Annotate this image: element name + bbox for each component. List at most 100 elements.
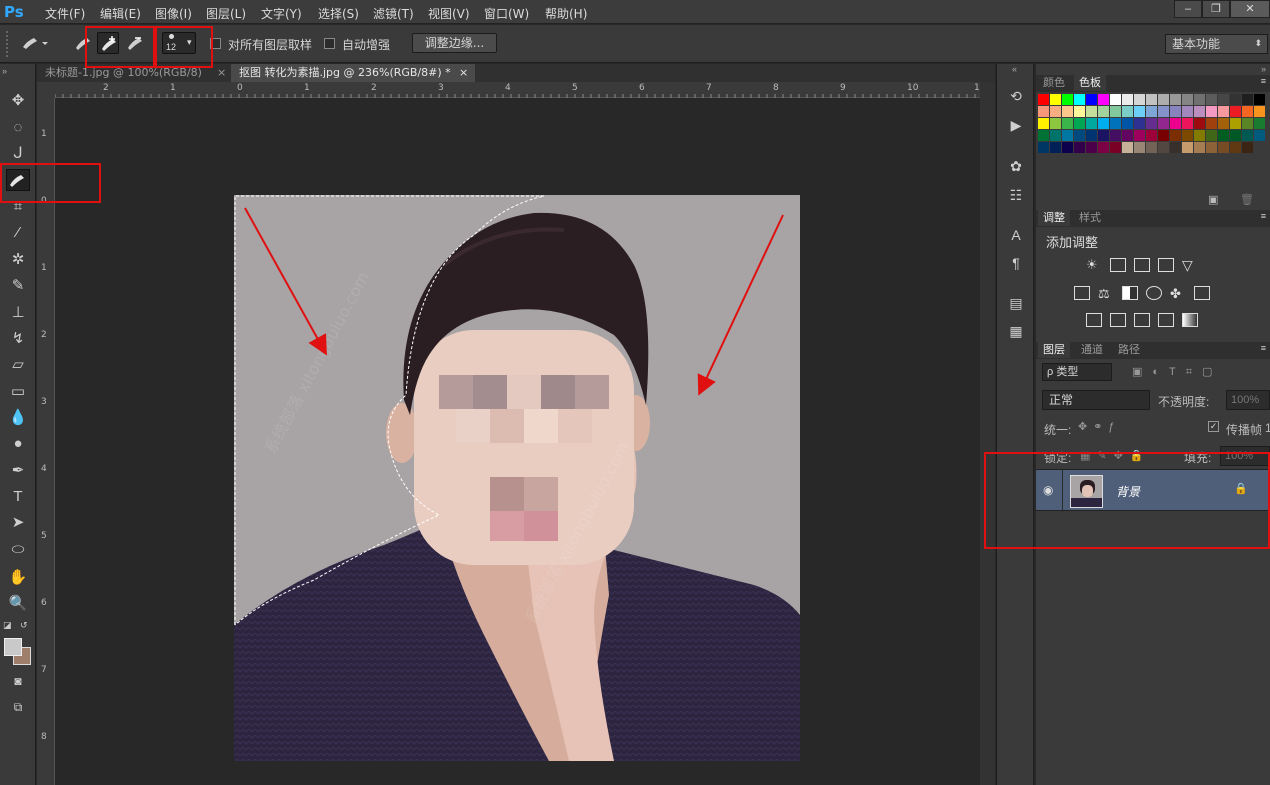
swatch[interactable] bbox=[1086, 142, 1097, 153]
tab-channels[interactable]: 通道 bbox=[1076, 342, 1108, 358]
invert-icon[interactable] bbox=[1086, 313, 1102, 327]
swatch[interactable] bbox=[1218, 106, 1229, 117]
actions-panel-icon[interactable]: ▶ bbox=[1005, 115, 1027, 135]
path-selection-tool-icon[interactable]: ➤ bbox=[6, 512, 30, 534]
swatch[interactable] bbox=[1194, 106, 1205, 117]
panel-menu-icon[interactable]: ≡ bbox=[1261, 76, 1266, 86]
swatch[interactable] bbox=[1038, 106, 1049, 117]
swatch[interactable] bbox=[1218, 94, 1229, 105]
swatch[interactable] bbox=[1050, 130, 1061, 141]
color-lookup-icon[interactable] bbox=[1194, 286, 1210, 300]
swatch[interactable] bbox=[1122, 130, 1133, 141]
swatch[interactable] bbox=[1218, 130, 1229, 141]
swatch[interactable] bbox=[1122, 94, 1133, 105]
swap-colors-icon[interactable]: ↺ bbox=[20, 620, 28, 631]
swatch[interactable] bbox=[1146, 142, 1157, 153]
swatch[interactable] bbox=[1062, 130, 1073, 141]
gradient-tool-icon[interactable]: ▭ bbox=[6, 381, 30, 403]
spot-healing-tool-icon[interactable]: ✲ bbox=[6, 249, 30, 271]
move-tool-icon[interactable]: ✥ bbox=[6, 90, 30, 112]
menu-filter[interactable]: 滤镜(T) bbox=[373, 5, 414, 22]
swatch[interactable] bbox=[1194, 118, 1205, 129]
eraser-tool-icon[interactable]: ▱ bbox=[6, 354, 30, 376]
swatch[interactable] bbox=[1242, 106, 1253, 117]
foreground-color-swatch[interactable] bbox=[4, 638, 22, 656]
swatch[interactable] bbox=[1110, 142, 1121, 153]
vibrance-icon[interactable]: ▽ bbox=[1182, 258, 1198, 272]
swatch[interactable] bbox=[1098, 130, 1109, 141]
menu-edit[interactable]: 编辑(E) bbox=[100, 5, 141, 22]
auto-enhance-checkbox[interactable] bbox=[324, 38, 335, 49]
swatch[interactable] bbox=[1062, 106, 1073, 117]
character-panel-icon[interactable]: A bbox=[1005, 225, 1027, 245]
clone-stamp-tool-icon[interactable]: ⊥ bbox=[6, 302, 30, 324]
posterize-icon[interactable] bbox=[1110, 313, 1126, 327]
screen-mode-icon[interactable]: ⧉ bbox=[6, 696, 30, 718]
notes-panel-icon[interactable]: ▦ bbox=[1005, 321, 1027, 341]
menu-type[interactable]: 文字(Y) bbox=[261, 5, 302, 22]
swatch[interactable] bbox=[1206, 106, 1217, 117]
swatch[interactable] bbox=[1038, 142, 1049, 153]
swatch[interactable] bbox=[1242, 118, 1253, 129]
swatch[interactable] bbox=[1146, 130, 1157, 141]
layer-kind-filter[interactable]: ρ 类型 bbox=[1042, 363, 1112, 381]
menu-view[interactable]: 视图(V) bbox=[428, 5, 470, 22]
swatch[interactable] bbox=[1182, 94, 1193, 105]
swatch[interactable] bbox=[1134, 142, 1145, 153]
swatch[interactable] bbox=[1134, 106, 1145, 117]
tab-color[interactable]: 颜色 bbox=[1038, 75, 1070, 91]
brush-tool-icon[interactable]: ✎ bbox=[6, 275, 30, 297]
swatch[interactable] bbox=[1098, 118, 1109, 129]
swatch[interactable] bbox=[1182, 130, 1193, 141]
tab-layers[interactable]: 图层 bbox=[1038, 342, 1070, 358]
properties-panel-icon[interactable]: ▤ bbox=[1005, 293, 1027, 313]
swatch[interactable] bbox=[1122, 106, 1133, 117]
black-white-icon[interactable] bbox=[1122, 286, 1138, 300]
color-balance-icon[interactable]: ⚖ bbox=[1098, 286, 1114, 301]
swatch[interactable] bbox=[1134, 94, 1145, 105]
swatch[interactable] bbox=[1194, 130, 1205, 141]
swatch[interactable] bbox=[1230, 118, 1241, 129]
swatch[interactable] bbox=[1206, 118, 1217, 129]
swatch[interactable] bbox=[1098, 106, 1109, 117]
swatch[interactable] bbox=[1038, 94, 1049, 105]
menu-window[interactable]: 窗口(W) bbox=[484, 5, 529, 22]
zoom-tool-icon[interactable]: 🔍 bbox=[6, 593, 30, 615]
swatch[interactable] bbox=[1146, 106, 1157, 117]
default-colors-icon[interactable]: ◪ bbox=[3, 620, 12, 631]
blur-tool-icon[interactable]: 💧 bbox=[6, 407, 30, 429]
swatch-grid[interactable] bbox=[1038, 94, 1268, 178]
curves-icon[interactable] bbox=[1134, 258, 1150, 272]
swatch[interactable] bbox=[1170, 106, 1181, 117]
filter-icons[interactable]: ▣◐T⌗▢ bbox=[1132, 365, 1222, 379]
swatch[interactable] bbox=[1062, 118, 1073, 129]
swatch[interactable] bbox=[1050, 94, 1061, 105]
swatch[interactable] bbox=[1074, 142, 1085, 153]
swatch[interactable] bbox=[1242, 94, 1253, 105]
channel-mixer-icon[interactable]: ✤ bbox=[1170, 286, 1186, 301]
quick-mask-icon[interactable]: ◙ bbox=[6, 670, 30, 692]
history-brush-tool-icon[interactable]: ↯ bbox=[6, 328, 30, 350]
swatch[interactable] bbox=[1206, 94, 1217, 105]
brightness-contrast-icon[interactable]: ☀ bbox=[1086, 258, 1102, 272]
swatch[interactable] bbox=[1170, 94, 1181, 105]
swatch[interactable] bbox=[1170, 142, 1181, 153]
threshold-icon[interactable] bbox=[1134, 313, 1150, 327]
propagate-checkbox[interactable]: ✓ bbox=[1208, 421, 1219, 432]
swatch[interactable] bbox=[1038, 118, 1049, 129]
swatch[interactable] bbox=[1062, 142, 1073, 153]
refine-edge-button[interactable]: 调整边缘... bbox=[412, 33, 497, 53]
selective-color-icon[interactable] bbox=[1158, 313, 1174, 327]
swatch[interactable] bbox=[1254, 130, 1265, 141]
photo-filter-icon[interactable] bbox=[1146, 286, 1162, 300]
swatch[interactable] bbox=[1182, 142, 1193, 153]
swatch[interactable] bbox=[1158, 94, 1169, 105]
pen-tool-icon[interactable]: ✒ bbox=[6, 460, 30, 482]
history-panel-icon[interactable]: ⟲ bbox=[1005, 86, 1027, 106]
type-tool-icon[interactable]: T bbox=[6, 486, 30, 508]
trash-icon[interactable]: 🗑 bbox=[1240, 193, 1254, 206]
swatch[interactable] bbox=[1194, 142, 1205, 153]
close-button[interactable]: ✕ bbox=[1230, 0, 1270, 18]
brush-panel-icon[interactable]: ✿ bbox=[1005, 156, 1027, 176]
brush-presets-icon[interactable]: ☷ bbox=[1005, 185, 1027, 205]
